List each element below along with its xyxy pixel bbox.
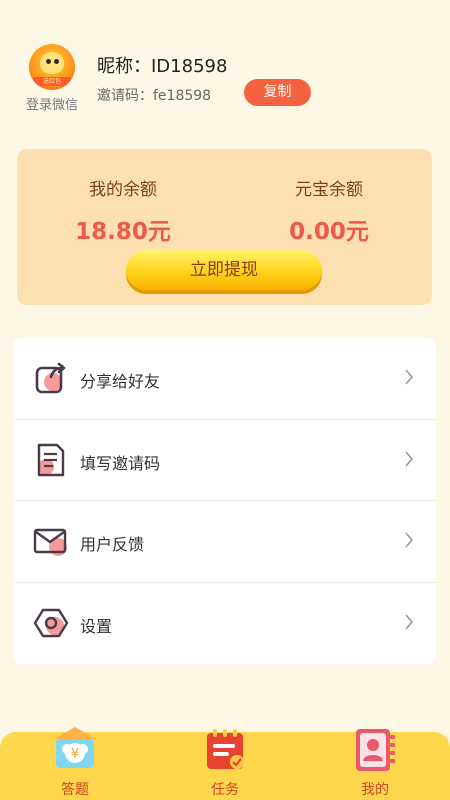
nav-label: 答题 — [61, 782, 89, 798]
menu-item-share[interactable]: 分享给好友 — [13, 338, 436, 420]
ingot-balance-label: 元宝余额 — [295, 180, 363, 200]
chevron-right-icon — [405, 532, 414, 548]
avatar-eye — [54, 59, 59, 64]
nav-item-mine[interactable]: 我的 — [330, 727, 420, 799]
my-balance-label: 我的余额 — [89, 180, 157, 200]
my-balance: 我的余额 18.80元 — [33, 175, 213, 246]
settings-hex-icon — [33, 608, 69, 637]
task-icon — [207, 729, 244, 769]
chevron-right-icon — [405, 613, 414, 630]
svg-text:¥: ¥ — [71, 747, 79, 762]
invite-code-icon — [37, 443, 65, 476]
balance-card: 我的余额 18.80元 元宝余额 0.00元 立即提现 — [17, 149, 432, 305]
nav-label: 我的 — [361, 782, 389, 798]
profile-icon — [356, 729, 395, 771]
nickname: 昵称：ID18598 — [97, 56, 228, 77]
avatar[interactable]: 送红包 — [29, 44, 75, 90]
avatar-eye — [46, 59, 51, 64]
menu-item-label: 设置 — [80, 616, 113, 636]
menu-item-label: 填写邀请码 — [80, 453, 161, 473]
withdraw-button[interactable]: 立即提现 — [126, 250, 322, 290]
chevron-right-icon — [405, 369, 414, 385]
copy-button[interactable]: 复制 — [244, 79, 311, 106]
menu-item-label: 用户反馈 — [80, 535, 145, 554]
ingot-balance-value: 0.00元 — [289, 219, 369, 245]
avatar-badge: 送红包 — [33, 77, 71, 86]
menu-item-feedback[interactable]: 用户反馈 — [13, 501, 436, 583]
ingot-balance: 元宝余额 0.00元 — [239, 175, 419, 246]
my-balance-value: 18.80元 — [75, 219, 171, 245]
nav-label: 任务 — [211, 782, 239, 798]
nav-item-quiz[interactable]: ¥ 答题 — [30, 727, 120, 799]
bottom-nav: ¥ 答题 任务 我的 — [0, 727, 450, 800]
quiz-icon: ¥ — [54, 727, 96, 768]
nav-item-task[interactable]: 任务 — [180, 727, 270, 799]
feedback-mail-icon — [33, 528, 67, 556]
menu-item-settings[interactable]: 设置 — [13, 583, 436, 665]
invite-code: 邀请码：fe18598 — [97, 88, 212, 104]
login-wechat-label[interactable]: 登录微信 — [12, 94, 92, 113]
login-wechat[interactable]: 送红包 登录微信 — [24, 44, 80, 113]
share-icon — [35, 362, 66, 394]
menu-item-label: 分享给好友 — [80, 372, 161, 391]
profile-header: 送红包 登录微信 昵称：ID18598 邀请码：fe18598 复制 — [0, 0, 450, 130]
avatar-face — [40, 52, 64, 74]
chevron-right-icon — [405, 450, 414, 467]
menu-list: 分享给好友 填写邀请码 用户反馈 设置 — [13, 338, 436, 664]
menu-item-invite-code[interactable]: 填写邀请码 — [13, 420, 436, 501]
